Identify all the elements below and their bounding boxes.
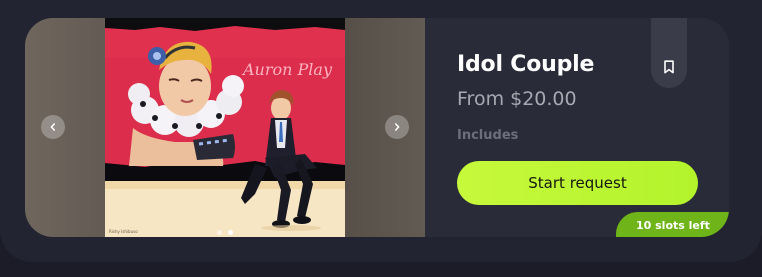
artwork-illustration: Auron Play	[105, 18, 345, 237]
gallery-dot[interactable]	[217, 230, 222, 235]
artist-signature: Rishy Ishibuso	[109, 229, 138, 234]
gallery-next-button[interactable]	[385, 115, 409, 139]
image-gallery: Auron Play Rishy Ishibuso	[25, 18, 425, 237]
page: Auron Play Rishy Ishibuso Idol Couple Fr…	[0, 0, 762, 277]
bookmark-icon	[664, 60, 674, 74]
includes-label: Includes	[457, 128, 519, 143]
bookmark-button[interactable]	[651, 18, 687, 88]
listing-price: From $20.00	[457, 88, 577, 110]
listing-details: Idol Couple From $20.00 Includes Start r…	[457, 18, 729, 237]
listing-title: Idol Couple	[457, 52, 595, 77]
chevron-left-icon	[50, 123, 55, 131]
gallery-pagination	[217, 230, 233, 235]
gallery-dot-active[interactable]	[228, 230, 233, 235]
start-request-button[interactable]: Start request	[457, 161, 698, 205]
gallery-prev-button[interactable]	[41, 115, 65, 139]
slots-left-badge: 10 slots left	[616, 212, 729, 237]
commission-listing: Auron Play Rishy Ishibuso Idol Couple Fr…	[25, 18, 729, 237]
artwork-image: Auron Play Rishy Ishibuso	[105, 18, 345, 237]
artwork-title-text: Auron Play	[241, 60, 333, 79]
chevron-right-icon	[395, 123, 400, 131]
